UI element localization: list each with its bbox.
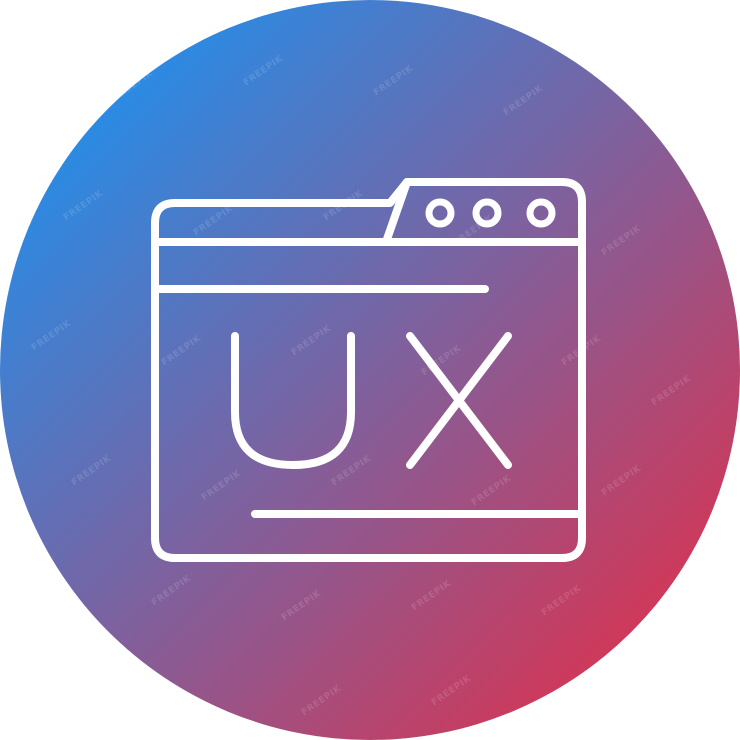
icon-canvas: FREEPIK FREEPIK FREEPIK FREEPIK FREEPIK … bbox=[0, 0, 740, 740]
gradient-circle-background bbox=[0, 0, 740, 740]
ux-browser-window-icon bbox=[0, 0, 740, 740]
